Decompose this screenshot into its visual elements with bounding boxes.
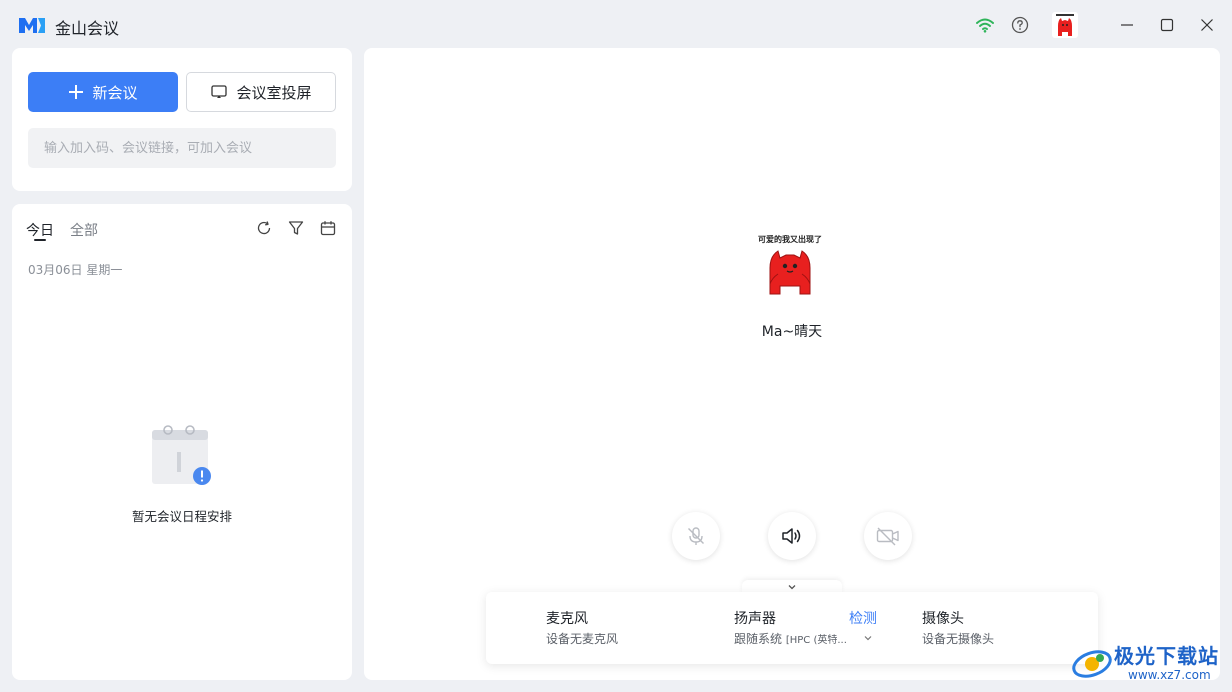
microphone-status: 设备无麦克风 [546,632,619,646]
camera-off-icon [876,527,899,546]
microphone-off-icon [688,527,704,545]
minimize-icon[interactable] [1116,14,1138,36]
speaker-button[interactable] [768,512,816,560]
schedule-card: 今日 全部 03月06日 星期一 暂无会议日程安排 [12,204,352,680]
app-logo-icon [19,18,45,33]
speaker-select[interactable]: 跟随系统 [HPC (英特... [734,630,847,647]
user-avatar-small[interactable] [1052,12,1078,38]
user-name: Ma~晴天 [761,324,823,340]
filter-icon[interactable] [287,219,305,237]
join-meeting-input[interactable] [28,128,336,168]
chevron-down-icon [788,585,796,590]
tab-today[interactable]: 今日 [26,220,54,240]
meeting-preview-panel: 可爱的我又出现了 Ma~晴天 麦克风 设备无麦克风 扬声器 检测 跟随系统 [H… [364,48,1220,680]
avatar-caption: 可爱的我又出现了 [758,234,822,244]
speaker-title: 扬声器 [734,611,776,627]
schedule-date: 03月06日 星期一 [28,263,123,277]
screen-cast-icon [211,85,228,98]
chevron-down-icon[interactable] [862,632,874,644]
site-watermark: 极光下载站 www.xz7.com [1070,638,1230,690]
device-settings-panel: 麦克风 设备无麦克风 扬声器 检测 跟随系统 [HPC (英特... 摄像头 设… [486,592,1098,664]
close-icon[interactable] [1196,14,1218,36]
app-title: 金山会议 [55,19,120,38]
microphone-button[interactable] [672,512,720,560]
title-bar: 金山会议 [0,0,1232,48]
refresh-icon[interactable] [255,219,273,237]
watermark-url: www.xz7.com [1128,668,1211,682]
active-tab-indicator [34,239,46,241]
camera-button[interactable] [864,512,912,560]
new-meeting-button[interactable]: 新会议 [28,72,178,112]
speaker-status: 跟随系统 [734,632,783,646]
microphone-title: 麦克风 [546,611,588,627]
calendar-icon[interactable] [319,219,337,237]
room-cast-button[interactable]: 会议室投屏 [186,72,336,112]
watermark-text: 极光下载站 [1114,644,1219,668]
empty-calendar-icon [152,425,211,485]
room-cast-label: 会议室投屏 [236,83,312,102]
watermark-logo-icon [1072,650,1112,678]
new-meeting-label: 新会议 [92,83,138,102]
plus-icon [69,85,84,99]
wifi-icon[interactable] [974,14,996,36]
camera-status: 设备无摄像头 [922,632,995,646]
meeting-actions-card: 新会议 会议室投屏 [12,48,352,191]
tab-all[interactable]: 全部 [70,220,98,240]
user-avatar: 可爱的我又出现了 [758,234,822,295]
speaker-detect-link[interactable]: 检测 [849,608,877,628]
help-icon[interactable] [1009,14,1031,36]
camera-title: 摄像头 [922,611,964,627]
speaker-device-name: [HPC (英特... [785,635,847,646]
maximize-icon[interactable] [1156,14,1178,36]
empty-schedule-text: 暂无会议日程安排 [131,509,232,524]
speaker-icon [782,528,801,544]
